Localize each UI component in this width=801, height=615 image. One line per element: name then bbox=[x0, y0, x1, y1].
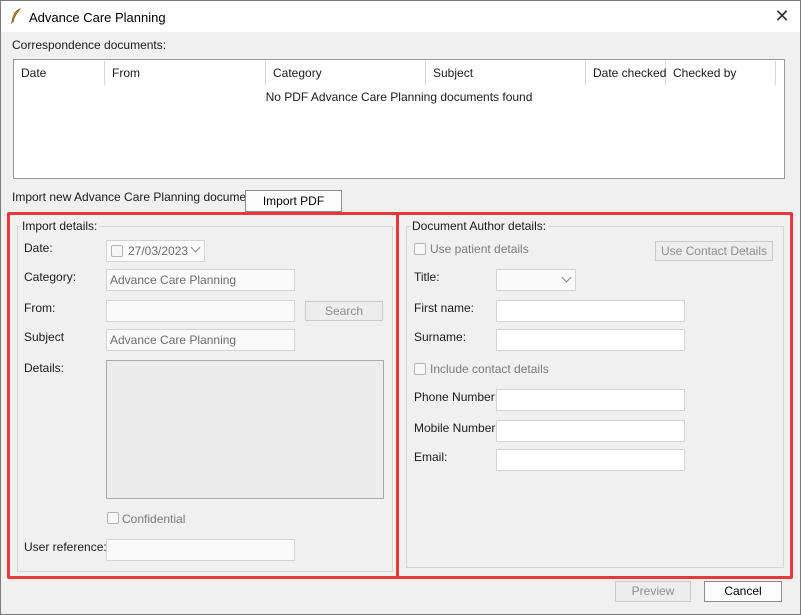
cancel-button[interactable]: Cancel bbox=[704, 581, 782, 602]
empty-list-message: No PDF Advance Care Planning documents f… bbox=[265, 90, 533, 104]
column-header-from[interactable]: From bbox=[105, 61, 266, 85]
correspondence-label: Correspondence documents: bbox=[12, 38, 167, 52]
window-title: Advance Care Planning bbox=[29, 10, 166, 25]
preview-button[interactable]: Preview bbox=[615, 581, 691, 602]
feather-quill-icon bbox=[9, 8, 23, 24]
column-header-category[interactable]: Category bbox=[266, 61, 426, 85]
import-pdf-button[interactable]: Import PDF bbox=[245, 190, 342, 212]
close-icon[interactable]: ✕ bbox=[767, 5, 797, 29]
column-header-subject[interactable]: Subject bbox=[426, 61, 586, 85]
column-header-date[interactable]: Date bbox=[14, 61, 105, 85]
import-new-label: Import new Advance Care Planning documen… bbox=[12, 190, 257, 204]
correspondence-table[interactable]: Date From Category Subject Date checked … bbox=[13, 59, 785, 179]
dialog-window: Advance Care Planning ✕ Correspondence d… bbox=[0, 0, 801, 615]
column-header-checked-by[interactable]: Checked by bbox=[666, 61, 776, 85]
title-bar: Advance Care Planning ✕ bbox=[1, 1, 800, 32]
import-details-highlight bbox=[7, 212, 399, 579]
author-details-highlight bbox=[396, 212, 793, 579]
column-header-date-checked[interactable]: Date checked bbox=[586, 61, 666, 85]
